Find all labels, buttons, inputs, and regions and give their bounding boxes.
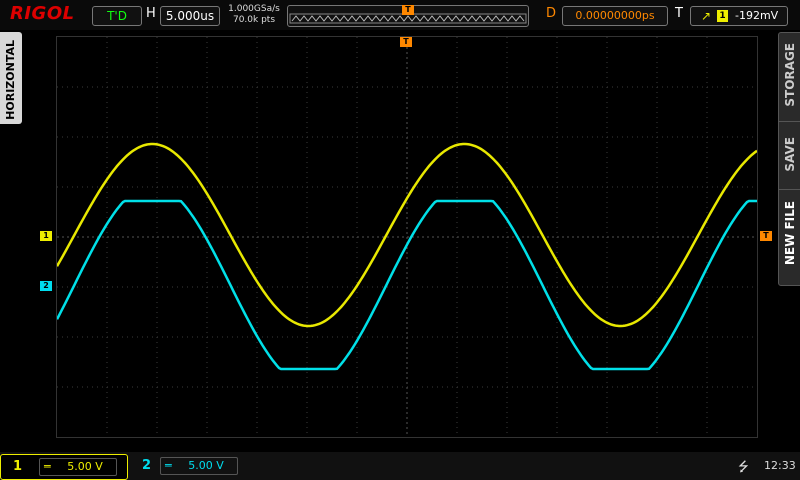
menu-divider: [779, 189, 800, 190]
channel-1-scale-value: 5.00 V: [67, 460, 103, 473]
channel-1-status[interactable]: 1 ═ 5.00 V: [0, 454, 128, 480]
acquisition-info: 1.000GSa/s 70.0k pts: [226, 4, 282, 26]
memory-trigger-marker: T: [402, 5, 414, 15]
storage-menu-item[interactable]: STORAGE: [783, 43, 797, 107]
storage-menu-panel: STORAGE SAVE NEW FILE: [778, 32, 800, 286]
horizontal-label: H: [146, 6, 156, 21]
channel-2-scale-value: 5.00 V: [188, 459, 224, 472]
channel-2-scale: ═ 5.00 V: [160, 457, 238, 475]
horizontal-menu-tab[interactable]: HORIZONTAL: [0, 32, 22, 124]
ch2-offset-marker[interactable]: 2: [40, 281, 52, 291]
horizontal-menu-label: HORIZONTAL: [4, 40, 17, 120]
delay-value[interactable]: 0.00000000ps: [562, 6, 668, 26]
dc-coupling-icon: ═: [165, 459, 172, 472]
ch1-offset-marker[interactable]: 1: [40, 231, 52, 241]
dc-coupling-icon: ═: [44, 460, 51, 473]
top-status-bar: RIGOL T'D H 5.000us 1.000GSa/s 70.0k pts…: [0, 0, 800, 30]
save-menu-item[interactable]: SAVE: [783, 137, 797, 172]
trigger-label: T: [675, 6, 683, 21]
new-file-menu-item[interactable]: NEW FILE: [783, 201, 797, 265]
waveform-display[interactable]: [55, 36, 758, 438]
trigger-level: -192mV: [735, 9, 779, 22]
usb-icon: ⭍: [738, 460, 749, 475]
channel-1-number: 1: [13, 459, 23, 474]
sample-rate: 1.000GSa/s: [228, 4, 280, 14]
trigger-level-marker[interactable]: T: [760, 231, 772, 241]
brand-logo: RIGOL: [10, 3, 75, 24]
rising-edge-icon: ↗: [701, 9, 712, 23]
memory-overview-bar[interactable]: T: [287, 5, 529, 27]
trigger-position-marker[interactable]: T: [400, 37, 412, 47]
delay-label: D: [546, 6, 557, 21]
memory-depth: 70.0k pts: [232, 15, 276, 25]
waveform-grid: [55, 37, 758, 437]
menu-divider: [779, 121, 800, 122]
channel-2-status[interactable]: 2 ═ 5.00 V: [130, 454, 246, 478]
channel-2-number: 2: [142, 458, 152, 473]
trigger-channel-badge: 1: [717, 10, 728, 22]
channel-1-scale: ═ 5.00 V: [39, 458, 117, 476]
trigger-settings[interactable]: ↗ 1 -192mV: [690, 6, 788, 26]
clock: 12:33: [764, 459, 796, 472]
timebase-value[interactable]: 5.000us: [160, 6, 220, 26]
run-status-indicator[interactable]: T'D: [92, 6, 142, 26]
